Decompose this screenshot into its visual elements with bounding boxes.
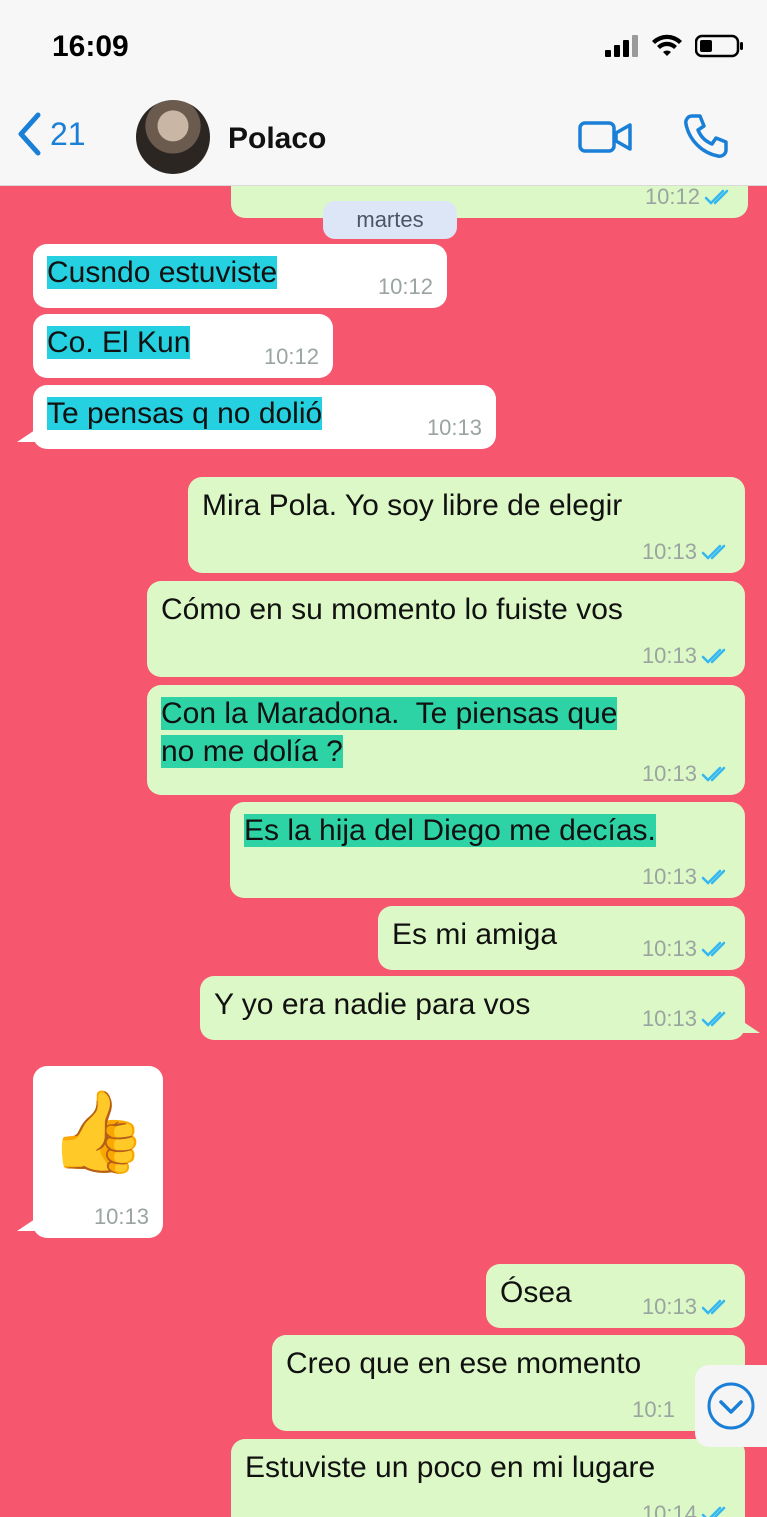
message-time: 10:14 xyxy=(641,1501,697,1517)
message-text: Cusndo estuviste xyxy=(47,256,278,289)
contact-avatar[interactable] xyxy=(136,100,210,174)
signal-icon xyxy=(605,35,638,57)
message-incoming-emoji[interactable]: 👍 10:13 xyxy=(33,1066,163,1238)
message-text: Con la Maradona. Te piensas que no me dol… xyxy=(161,695,731,771)
message-time: 10:12 xyxy=(263,344,319,369)
double-check-icon xyxy=(701,648,726,664)
chat-area[interactable]: 10:12 martes Cusndo estuviste 10:12 Co. … xyxy=(0,186,767,1517)
message-meta: 10:13 xyxy=(642,761,731,787)
message-text: Estuviste un poco en mi lugare xyxy=(245,1451,656,1484)
message-time: 10:13 xyxy=(93,1204,149,1229)
double-check-icon xyxy=(701,1299,726,1315)
message-time: 10:13 xyxy=(641,539,697,564)
message-meta: 10:13 xyxy=(642,1006,731,1032)
message-text: Ósea xyxy=(500,1276,572,1309)
double-check-icon xyxy=(701,766,726,782)
bubble-tail xyxy=(742,1021,760,1033)
status-time: 16:09 xyxy=(52,30,129,63)
message-meta: 10:12 xyxy=(645,186,734,210)
message-outgoing[interactable]: Es la hija del Diego me decías. 10:13 xyxy=(230,802,745,898)
message-outgoing[interactable]: Creo que en ese momento 10:1 xyxy=(272,1335,745,1431)
message-meta: 10:13 xyxy=(642,936,731,962)
double-check-icon xyxy=(701,544,726,560)
video-call-button[interactable] xyxy=(578,119,634,155)
message-meta: 10:13 xyxy=(94,1204,149,1230)
chat-header: 21 Polaco xyxy=(0,92,767,186)
message-text: Creo que en ese momento xyxy=(286,1347,642,1380)
double-check-icon xyxy=(701,1506,726,1517)
message-incoming[interactable]: Co. El Kun 10:12 xyxy=(33,314,333,378)
message-meta: 10:13 xyxy=(642,643,731,669)
message-time: 10:13 xyxy=(641,864,697,889)
voice-call-button[interactable] xyxy=(682,112,730,160)
message-incoming[interactable]: Cusndo estuviste 10:12 xyxy=(33,244,447,308)
message-meta: 10:1 xyxy=(632,1397,675,1423)
message-time: 10:12 xyxy=(644,186,700,209)
message-time: 10:13 xyxy=(641,1006,697,1031)
message-outgoing[interactable]: Ósea 10:13 xyxy=(486,1264,745,1328)
contact-name[interactable]: Polaco xyxy=(228,122,326,156)
message-text: Es la hija del Diego me decías. xyxy=(244,814,656,847)
message-text: Cómo en su momento lo fuiste vos xyxy=(161,593,623,626)
chevron-left-icon xyxy=(18,112,41,156)
message-line-2: no me dolía ? xyxy=(161,735,343,768)
double-check-icon xyxy=(704,189,729,205)
message-time: 10:13 xyxy=(641,643,697,668)
message-meta: 10:13 xyxy=(642,539,731,565)
message-meta: 10:14 xyxy=(642,1501,731,1517)
message-time: 10:13 xyxy=(641,761,697,786)
message-outgoing[interactable]: Y yo era nadie para vos 10:13 xyxy=(200,976,745,1040)
message-meta: 10:13 xyxy=(427,415,482,441)
message-text: Y yo era nadie para vos xyxy=(214,988,531,1021)
message-text: Co. El Kun xyxy=(47,326,191,359)
message-line-1: Con la Maradona. Te piensas que xyxy=(161,697,618,730)
chevron-down-circle-icon xyxy=(707,1382,755,1430)
message-outgoing[interactable]: Mira Pola. Yo soy libre de elegir 10:13 xyxy=(188,477,745,573)
message-text: Es mi amiga xyxy=(392,918,558,951)
message-outgoing[interactable]: Es mi amiga 10:13 xyxy=(378,906,745,970)
message-meta: 10:12 xyxy=(264,344,319,370)
message-time: 10:13 xyxy=(641,936,697,961)
bubble-tail xyxy=(17,430,35,442)
message-meta: 10:13 xyxy=(642,1294,731,1320)
back-button[interactable]: 21 xyxy=(16,112,86,156)
status-icons xyxy=(605,34,745,58)
double-check-icon xyxy=(701,941,726,957)
message-incoming[interactable]: Te pensas q no dolió 10:13 xyxy=(33,385,496,449)
message-time: 10:13 xyxy=(641,1294,697,1319)
message-text: Mira Pola. Yo soy libre de elegir xyxy=(202,489,623,522)
message-outgoing[interactable]: Con la Maradona. Te piensas que no me dol… xyxy=(147,685,745,795)
message-bubble-partial[interactable]: 10:12 xyxy=(231,186,748,218)
double-check-icon xyxy=(701,1011,726,1027)
message-outgoing[interactable]: Cómo en su momento lo fuiste vos 10:13 xyxy=(147,581,745,677)
wifi-icon xyxy=(652,34,682,56)
message-time: 10:1 xyxy=(632,1397,675,1422)
battery-icon xyxy=(695,34,743,58)
message-meta: 10:12 xyxy=(378,274,433,300)
message-time: 10:12 xyxy=(377,274,433,299)
double-check-icon xyxy=(701,869,726,885)
unread-count: 21 xyxy=(50,115,86,152)
thumbs-up-emoji: 👍 xyxy=(48,1087,148,1176)
date-separator: martes xyxy=(323,201,457,239)
message-meta: 10:13 xyxy=(642,864,731,890)
message-text: Te pensas q no dolió xyxy=(47,397,323,430)
bubble-tail xyxy=(17,1219,35,1231)
scroll-to-bottom-button[interactable] xyxy=(695,1365,767,1447)
message-outgoing[interactable]: Estuviste un poco en mi lugare 10:14 xyxy=(231,1439,745,1517)
message-time: 10:13 xyxy=(426,415,482,440)
status-bar: 16:09 xyxy=(0,0,767,92)
